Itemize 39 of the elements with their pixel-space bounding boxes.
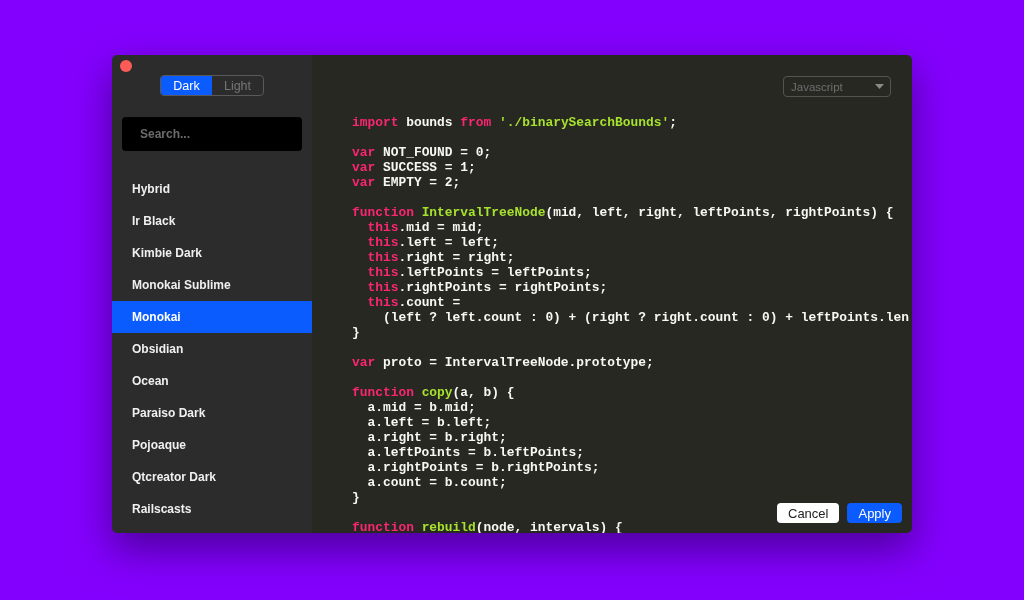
theme-tab[interactable]: Dark (161, 76, 212, 95)
code-line: a.count = b.count; (367, 475, 507, 490)
theme-list-item[interactable]: Ocean (132, 374, 169, 388)
code-line: this.count = (367, 295, 461, 310)
code-line: this.rightPoints = rightPoints; (367, 280, 608, 295)
theme-list-item[interactable]: Paraiso Dark (132, 406, 206, 420)
theme-list-item[interactable]: Hybrid (132, 182, 170, 196)
code-line: function copy(a, b) { (352, 385, 515, 400)
code-line: this.left = left; (367, 235, 499, 250)
caret-icon (875, 84, 884, 89)
theme-list-item[interactable]: Monokai Sublime (132, 278, 231, 292)
code-line: this.right = right; (367, 250, 515, 265)
code-line: function IntervalTreeNode(mid, left, right, leftPoints, rightPoints) { (352, 205, 894, 220)
code-line: (left ? left.count : 0) + (right ? right.count : 0) + leftPoints.len (382, 310, 909, 325)
code-line: function rebuild(node, intervals) { (352, 520, 623, 533)
code-line: import bounds from './binarySearchBounds'; (352, 115, 677, 130)
search-field[interactable]: Search... (122, 117, 302, 151)
theme-list-item[interactable]: Qtcreator Dark (132, 470, 217, 484)
code-line: } (352, 490, 360, 505)
theme-list-item[interactable]: Obsidian (132, 342, 184, 356)
theme-list-item[interactable]: Ir Black (132, 214, 176, 228)
code-line: var NOT_FOUND = 0; (352, 145, 492, 160)
code-line: this.mid = mid; (367, 220, 484, 235)
theme-list-item[interactable]: Kimbie Dark (132, 246, 203, 260)
code-line: } (352, 325, 360, 340)
theme-list-item[interactable]: Monokai (112, 301, 312, 333)
dialog-button[interactable]: Cancel (777, 503, 840, 523)
code-line: var proto = IntervalTreeNode.prototype; (352, 355, 654, 370)
code-line: a.mid = b.mid; (367, 400, 476, 415)
dialog-button[interactable]: Apply (847, 503, 902, 523)
code-line: a.leftPoints = b.leftPoints; (367, 445, 585, 460)
theme-list-item[interactable]: Railscasts (132, 502, 192, 516)
code-line: var SUCCESS = 1; (352, 160, 476, 175)
theme-list-item[interactable]: Pojoaque (132, 438, 186, 452)
code-line: a.rightPoints = b.rightPoints; (367, 460, 600, 475)
code-line: var EMPTY = 2; (352, 175, 461, 190)
code-line: this.leftPoints = leftPoints; (367, 265, 592, 280)
code-line: a.right = b.right; (367, 430, 507, 445)
code-line: a.left = b.left; (367, 415, 492, 430)
